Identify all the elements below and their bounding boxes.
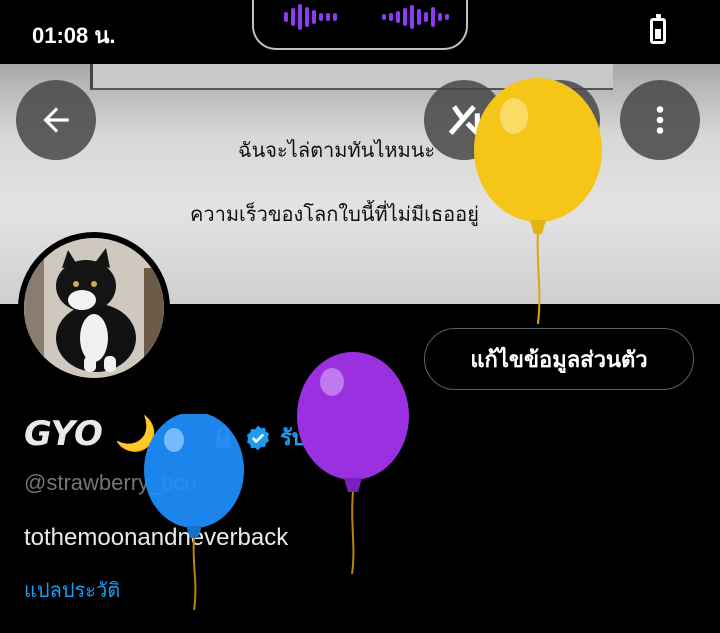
audio-wave-icon — [382, 4, 449, 30]
cat-photo — [24, 238, 164, 378]
banner-text-line1: ฉันจะไล่ตามทันไหมนะ — [238, 138, 436, 162]
edit-profile-button[interactable]: แก้ไขข้อมูลส่วนตัว — [424, 328, 694, 390]
more-button[interactable] — [620, 80, 700, 160]
audio-wave-icon — [284, 4, 337, 30]
display-name: GYO 🌙 — [24, 414, 157, 454]
banner-text-line2: ความเร็วของโลกใบนี้ที่ไม่มีเธออยู่ — [190, 202, 479, 226]
verified-badge-icon — [246, 425, 270, 450]
battery-icon — [650, 14, 666, 44]
status-time: 01:08 น. — [32, 23, 116, 48]
dynamic-island — [252, 0, 468, 50]
back-button[interactable] — [16, 80, 96, 160]
display-name-text: GYO — [24, 414, 103, 454]
status-bar: 01:08 น. — [0, 0, 720, 64]
purple-balloon-icon — [297, 352, 409, 574]
blue-balloon-icon — [144, 414, 244, 610]
yellow-balloon-icon — [474, 78, 602, 324]
more-vertical-icon — [656, 106, 664, 134]
arrow-left-icon — [43, 107, 69, 133]
translate-bio-link[interactable]: แปลประวัติ — [24, 574, 120, 606]
avatar[interactable] — [18, 232, 170, 384]
